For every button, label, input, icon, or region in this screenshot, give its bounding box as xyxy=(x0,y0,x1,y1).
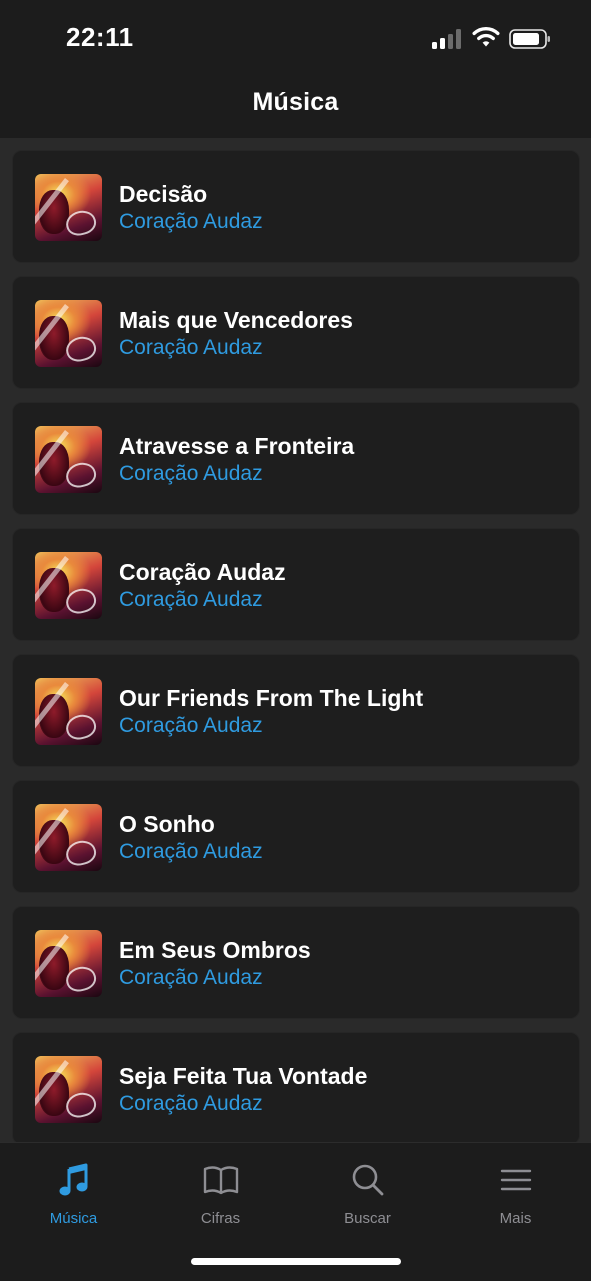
tab-label: Buscar xyxy=(344,1210,391,1227)
tab-label: Mais xyxy=(499,1210,532,1227)
song-artist: Coração Audaz xyxy=(119,462,263,485)
album-art xyxy=(35,804,102,871)
song-artist: Coração Audaz xyxy=(119,840,263,863)
battery-icon xyxy=(509,29,550,49)
book-icon xyxy=(203,1166,238,1195)
song-list[interactable]: Decisão Coração Audaz Mais que Vencedore… xyxy=(0,138,591,1142)
music-note-icon xyxy=(59,1163,87,1196)
song-artist: Coração Audaz xyxy=(119,1092,263,1115)
song-item[interactable]: Mais que Vencedores Coração Audaz xyxy=(12,276,580,389)
song-title: Coração Audaz xyxy=(119,559,286,585)
song-title: Decisão xyxy=(119,181,208,207)
song-title: Mais que Vencedores xyxy=(119,307,353,333)
cellular-signal-icon xyxy=(432,29,464,49)
song-title: Our Friends From The Light xyxy=(119,685,424,711)
song-artist: Coração Audaz xyxy=(119,210,263,233)
wifi-icon xyxy=(472,26,500,47)
song-item[interactable]: Atravesse a Fronteira Coração Audaz xyxy=(12,402,580,515)
song-item[interactable]: Decisão Coração Audaz xyxy=(12,150,580,263)
tab-musica[interactable]: Música xyxy=(0,1161,147,1231)
top-area: 22:11 Música xyxy=(0,0,591,138)
song-title: O Sonho xyxy=(119,811,215,837)
menu-icon xyxy=(500,1169,531,1191)
page-title: Música xyxy=(252,88,339,116)
song-title: Atravesse a Fronteira xyxy=(119,433,355,459)
album-art xyxy=(35,552,102,619)
status-bar: 22:11 xyxy=(0,0,591,78)
song-item[interactable]: O Sonho Coração Audaz xyxy=(12,780,580,893)
tab-label: Cifras xyxy=(200,1210,241,1227)
song-artist: Coração Audaz xyxy=(119,336,263,359)
tab-label: Música xyxy=(49,1210,98,1227)
tab-mais[interactable]: Mais xyxy=(442,1161,589,1231)
song-item[interactable]: Our Friends From The Light Coração Audaz xyxy=(12,654,580,767)
search-icon xyxy=(352,1164,383,1196)
album-art xyxy=(35,426,102,493)
album-art xyxy=(35,678,102,745)
song-artist: Coração Audaz xyxy=(119,714,263,737)
tab-cifras[interactable]: Cifras xyxy=(147,1161,294,1231)
status-time: 22:11 xyxy=(66,22,134,52)
song-title: Em Seus Ombros xyxy=(119,937,311,963)
song-item[interactable]: Seja Feita Tua Vontade Coração Audaz xyxy=(12,1032,580,1142)
song-title: Seja Feita Tua Vontade xyxy=(119,1063,368,1089)
album-art xyxy=(35,930,102,997)
song-artist: Coração Audaz xyxy=(119,588,263,611)
album-art xyxy=(35,174,102,241)
song-item[interactable]: Coração Audaz Coração Audaz xyxy=(12,528,580,641)
album-art xyxy=(35,1056,102,1123)
song-artist: Coração Audaz xyxy=(119,966,263,989)
album-art xyxy=(35,300,102,367)
song-item[interactable]: Em Seus Ombros Coração Audaz xyxy=(12,906,580,1019)
tab-buscar[interactable]: Buscar xyxy=(294,1161,441,1231)
home-indicator[interactable] xyxy=(191,1258,401,1265)
